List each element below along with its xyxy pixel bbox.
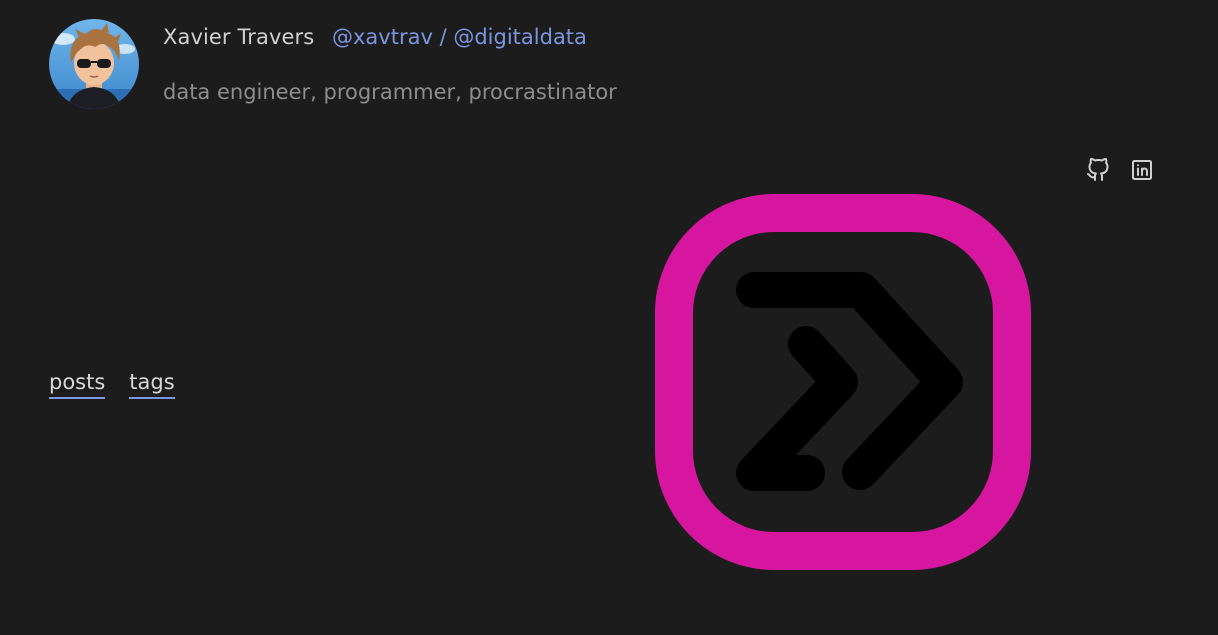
author-handles: @xavtrav / @digitaldata bbox=[332, 25, 587, 49]
nav-link-tags[interactable]: tags bbox=[129, 368, 175, 399]
github-link[interactable] bbox=[1086, 157, 1110, 182]
avatar[interactable] bbox=[49, 19, 139, 109]
github-icon bbox=[1087, 157, 1109, 181]
nav-link-posts[interactable]: posts bbox=[49, 368, 106, 399]
avatar-image bbox=[49, 19, 139, 109]
handle-link-primary[interactable]: @xavtrav bbox=[332, 25, 433, 49]
main-nav: posts tags bbox=[49, 368, 175, 399]
site-logo bbox=[655, 194, 1031, 570]
logo-chevrons bbox=[736, 272, 963, 491]
author-tagline: data engineer, programmer, procrastinato… bbox=[163, 80, 617, 104]
handle-separator: / bbox=[439, 25, 447, 49]
page: Xavier Travers @xavtrav / @digitaldata d… bbox=[0, 0, 1218, 635]
linkedin-link[interactable] bbox=[1130, 158, 1154, 182]
linkedin-icon bbox=[1132, 160, 1152, 180]
author-name: Xavier Travers bbox=[163, 25, 315, 49]
chevron-double-right-logo bbox=[655, 194, 1031, 570]
handle-link-secondary[interactable]: @digitaldata bbox=[453, 25, 587, 49]
